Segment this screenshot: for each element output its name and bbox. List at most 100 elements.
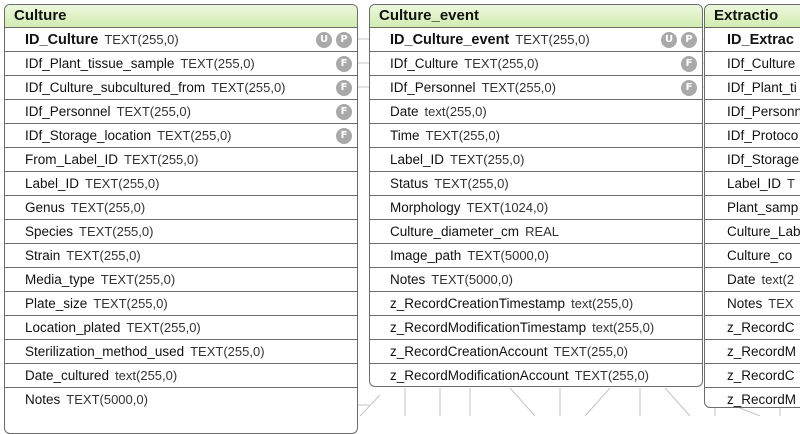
field-name: Label_ID	[727, 176, 782, 191]
field-name: Media_type	[25, 272, 95, 287]
field-row[interactable]: z_RecordCreationTimestamp text(255,0)	[370, 292, 702, 316]
field-row[interactable]: Date_cultured text(255,0)	[5, 364, 357, 388]
field-type: TEXT(255,0)	[434, 176, 509, 191]
key-badges: F	[336, 128, 352, 144]
field-row[interactable]: IDf_Plant_ti	[705, 76, 800, 100]
field-name: Morphology	[390, 200, 461, 215]
primary-key-badge: P	[336, 32, 352, 48]
field-type: TEXT(255,0)	[425, 128, 500, 143]
field-type: TEX	[768, 296, 794, 311]
field-row[interactable]: Species TEXT(255,0)	[5, 220, 357, 244]
field-name: IDf_Storage_location	[25, 128, 152, 143]
field-type: text(255,0)	[592, 320, 655, 335]
field-row[interactable]: z_RecordC	[705, 316, 800, 340]
field-row[interactable]: Image_path TEXT(5000,0)	[370, 244, 702, 268]
table-extraction[interactable]: Extractio ID_Extrac IDf_Culture IDf_Plant_…	[704, 4, 800, 408]
field-row[interactable]: Plate_size TEXT(255,0)	[5, 292, 357, 316]
field-type: TEXT(255,0)	[85, 176, 160, 191]
field-row[interactable]: Label_ID TEXT(255,0)	[5, 172, 357, 196]
field-row[interactable]: Culture_co	[705, 244, 800, 268]
primary-key-row[interactable]: ID_Extrac	[705, 28, 800, 52]
field-name: Status	[390, 176, 429, 191]
relation-line	[509, 387, 536, 416]
field-name: z_RecordCreationTimestamp	[390, 296, 566, 311]
field-row[interactable]: Culture_Lab	[705, 220, 800, 244]
field-row[interactable]: Status TEXT(255,0)	[370, 172, 702, 196]
field-row[interactable]: IDf_Plant_tissue_sample TEXT(255,0) F	[5, 52, 357, 76]
primary-key-row[interactable]: ID_Culture_event TEXT(255,0) U P	[370, 28, 702, 52]
table-title: Extractio	[705, 5, 800, 28]
field-row[interactable]: From_Label_ID TEXT(255,0)	[5, 148, 357, 172]
field-row[interactable]: Label_ID TEXT(255,0)	[370, 148, 702, 172]
field-name: z_RecordC	[727, 320, 795, 335]
field-row[interactable]: IDf_Storage_location TEXT(255,0) F	[5, 124, 357, 148]
key-badges: F	[681, 56, 697, 72]
field-row[interactable]: Location_plated TEXT(255,0)	[5, 316, 357, 340]
field-type: TEXT(255,0)	[515, 32, 590, 47]
field-row[interactable]: z_RecordM	[705, 340, 800, 364]
field-row[interactable]: IDf_Protoco	[705, 124, 800, 148]
field-type: text(2	[761, 272, 795, 287]
field-row[interactable]: z_RecordModificationTimestamp text(255,0)	[370, 316, 702, 340]
field-name: Date	[727, 272, 756, 287]
field-row[interactable]: IDf_Personnel TEXT(255,0) F	[370, 76, 702, 100]
field-row[interactable]: IDf_Storage	[705, 148, 800, 172]
foreign-key-badge: F	[681, 80, 697, 96]
field-type: TEXT(255,0)	[211, 80, 286, 95]
field-row[interactable]: Notes TEXT(5000,0)	[5, 388, 357, 412]
field-type: T	[787, 176, 795, 191]
field-row[interactable]: Culture_diameter_cm REAL	[370, 220, 702, 244]
foreign-key-badge: F	[336, 80, 352, 96]
field-type: TEXT(255,0)	[157, 128, 232, 143]
field-row[interactable]: Date text(255,0)	[370, 100, 702, 124]
field-type: TEXT(255,0)	[79, 224, 154, 239]
primary-key-row[interactable]: ID_Culture TEXT(255,0) U P	[5, 28, 357, 52]
field-row[interactable]: IDf_Culture	[705, 52, 800, 76]
field-name: IDf_Personnel	[390, 80, 476, 95]
field-row[interactable]: z_RecordM	[705, 388, 800, 407]
field-type: TEXT(255,0)	[104, 32, 179, 47]
field-row[interactable]: Genus TEXT(255,0)	[5, 196, 357, 220]
field-row[interactable]: Morphology TEXT(1024,0)	[370, 196, 702, 220]
foreign-key-badge: F	[336, 128, 352, 144]
field-name: IDf_Culture	[390, 56, 459, 71]
field-type: TEXT(255,0)	[70, 200, 146, 215]
field-type: TEXT(255,0)	[180, 56, 255, 71]
field-row[interactable]: Date text(2	[705, 268, 800, 292]
field-row[interactable]: Strain TEXT(255,0)	[5, 244, 357, 268]
field-name: IDf_Personnel	[25, 104, 111, 119]
field-row[interactable]: z_RecordCreationAccount TEXT(255,0)	[370, 340, 702, 364]
field-type: REAL	[525, 224, 560, 239]
field-row[interactable]: Sterilization_method_used TEXT(255,0)	[5, 340, 357, 364]
key-badges: F	[336, 56, 352, 72]
field-type: TEXT(255,0)	[100, 272, 176, 287]
field-row[interactable]: Notes TEXT(5000,0)	[370, 268, 702, 292]
field-row[interactable]: IDf_Personnel TEXT(255,0) F	[5, 100, 357, 124]
field-row[interactable]: z_RecordModificationAccount TEXT(255,0)	[370, 364, 702, 386]
field-row[interactable]: Label_ID T	[705, 172, 800, 196]
field-name: ID_Extrac	[727, 32, 794, 48]
primary-key-badge: P	[681, 32, 697, 48]
field-type: TEXT(5000,0)	[467, 248, 549, 263]
field-name: IDf_Plant_tissue_sample	[25, 56, 175, 71]
field-row[interactable]: Notes TEX	[705, 292, 800, 316]
field-row[interactable]: z_RecordC	[705, 364, 800, 388]
foreign-key-badge: F	[681, 56, 697, 72]
field-row[interactable]: IDf_Culture TEXT(255,0) F	[370, 52, 702, 76]
table-culture[interactable]: Culture ID_Culture TEXT(255,0) U P IDf_Plant…	[4, 4, 358, 434]
field-row[interactable]: Time TEXT(255,0)	[370, 124, 702, 148]
field-name: Label_ID	[25, 176, 80, 191]
table-culture-event[interactable]: Culture_event ID_Culture_event TEXT(255,0…	[369, 4, 703, 387]
field-name: Date_cultured	[25, 368, 110, 383]
field-row[interactable]: Plant_samp	[705, 196, 800, 220]
field-type: TEXT(255,0)	[481, 80, 556, 95]
field-name: Date	[390, 104, 419, 119]
field-name: IDf_Protoco	[727, 128, 799, 143]
field-name: z_RecordM	[727, 344, 797, 359]
field-row[interactable]: IDf_Personn	[705, 100, 800, 124]
field-name: z_RecordM	[727, 392, 797, 407]
field-name: ID_Culture	[25, 32, 99, 48]
field-row[interactable]: IDf_Culture_subcultured_from TEXT(255,0) F	[5, 76, 357, 100]
field-type: TEXT(255,0)	[116, 104, 191, 119]
field-row[interactable]: Media_type TEXT(255,0)	[5, 268, 357, 292]
